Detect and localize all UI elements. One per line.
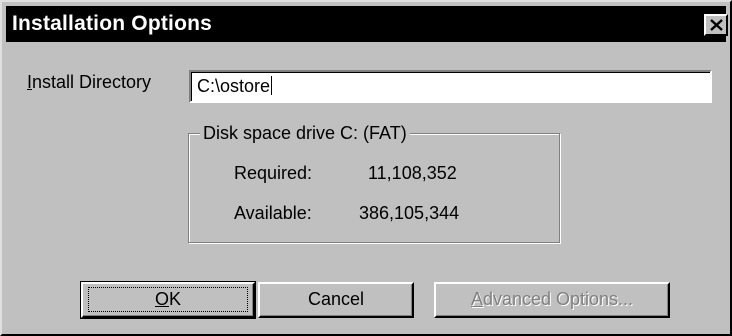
title-bar[interactable]: Installation Options bbox=[6, 6, 728, 42]
text-caret bbox=[271, 76, 273, 95]
required-value: 11,108,352 bbox=[368, 163, 457, 183]
window-title: Installation Options bbox=[12, 12, 213, 35]
disk-space-group bbox=[188, 133, 560, 243]
ok-button-focus-rect bbox=[88, 287, 248, 312]
disk-space-group-title: Disk space drive C: (FAT) bbox=[200, 123, 410, 144]
available-value: 386,105,344 bbox=[359, 203, 460, 223]
available-label: Available: bbox=[234, 203, 312, 223]
install-directory-label: Install Directory bbox=[27, 72, 152, 92]
install-directory-input[interactable]: C:\ostore bbox=[189, 70, 712, 103]
install-directory-value: C:\ostore bbox=[197, 76, 271, 96]
required-label: Required: bbox=[234, 163, 313, 183]
advanced-options-button[interactable]: Advanced Options... bbox=[434, 282, 670, 318]
close-button[interactable] bbox=[704, 14, 728, 36]
installation-options-dialog: Installation Options Install Directory C… bbox=[0, 0, 732, 336]
close-icon bbox=[710, 19, 723, 31]
cancel-button[interactable]: Cancel bbox=[258, 282, 414, 318]
